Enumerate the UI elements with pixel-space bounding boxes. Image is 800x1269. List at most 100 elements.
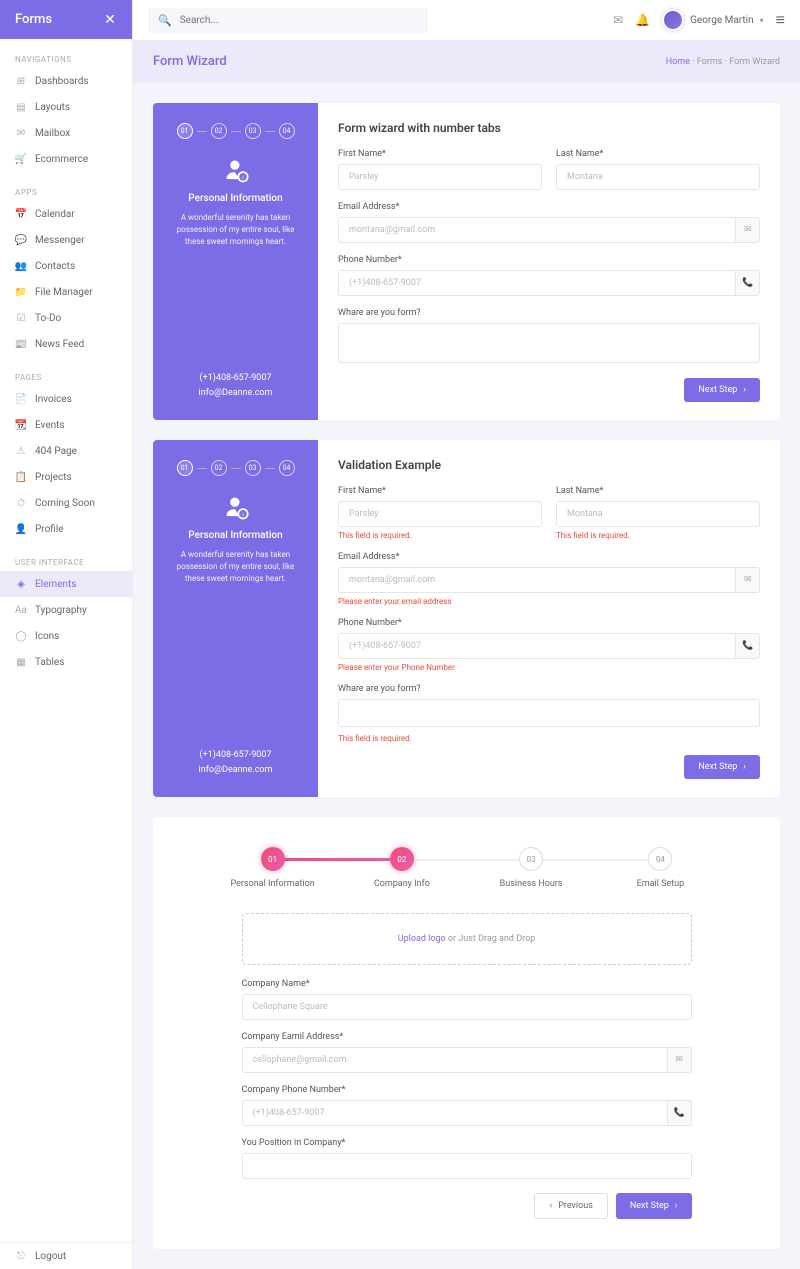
sidebar-item-dashboards[interactable]: ⊞ Dashboards: [0, 68, 132, 94]
company-email-input[interactable]: [242, 1047, 667, 1073]
company-email-label: Company Eamil Address*: [242, 1032, 692, 1042]
sidebar-item-messenger[interactable]: 💬Messenger: [0, 227, 132, 253]
sidebar-item-projects[interactable]: 📋Projects: [0, 464, 132, 490]
sidebar-item-label: Contacts: [35, 261, 75, 272]
mail-icon[interactable]: ✉: [613, 13, 623, 27]
sidebar-item-icons[interactable]: ◯Icons: [0, 623, 132, 649]
avatar: [662, 9, 684, 31]
step-3[interactable]: 03: [245, 460, 261, 476]
next-step-button[interactable]: Next Step›: [616, 1193, 692, 1219]
layouts-icon: ▤: [15, 101, 27, 113]
to-do-icon: ☑: [15, 312, 27, 324]
position-input[interactable]: [242, 1153, 692, 1179]
file-manager-icon: 📁: [15, 286, 27, 298]
email-input[interactable]: [338, 217, 735, 243]
sidebar-item-news-feed[interactable]: 📰News Feed: [0, 331, 132, 357]
ecommerce-icon: 🛒: [15, 153, 27, 165]
where-input[interactable]: [338, 323, 760, 363]
sidebar-item-file-manager[interactable]: 📁File Manager: [0, 279, 132, 305]
error-text: Please enter your email address: [338, 597, 760, 606]
hstep-1[interactable]: 01 Personal Information: [208, 847, 337, 889]
step-1[interactable]: 01: [177, 123, 193, 139]
phone-input[interactable]: [338, 633, 735, 659]
phone-input[interactable]: [338, 270, 735, 296]
last-name-input[interactable]: [556, 501, 760, 527]
breadcrumb-home[interactable]: Home: [666, 57, 690, 67]
sidebar-item-label: Logout: [35, 1251, 66, 1262]
previous-button[interactable]: ‹Previous: [534, 1193, 607, 1219]
sidebar-item-events[interactable]: 📆Events: [0, 412, 132, 438]
mailbox-icon: ✉: [15, 127, 27, 139]
page-header: Form Wizard Home · Forms · Form Wizard: [133, 40, 800, 83]
first-name-input[interactable]: [338, 164, 542, 190]
step-1[interactable]: 01: [177, 460, 193, 476]
company-phone-input[interactable]: [242, 1100, 667, 1126]
next-step-button[interactable]: Next Step›: [684, 755, 760, 779]
error-text: This field is required.: [338, 531, 542, 540]
sidebar-item-label: Invoices: [35, 394, 72, 405]
sidebar-logout[interactable]: ⎋ Logout: [0, 1243, 132, 1269]
events-icon: 📆: [15, 419, 27, 431]
contacts-icon: 👥: [15, 260, 27, 272]
where-label: Whare are you form?: [338, 308, 760, 318]
sidebar-item-to-do[interactable]: ☑ To-Do: [0, 305, 132, 331]
email-input[interactable]: [338, 567, 735, 593]
error-text: This field is required.: [556, 531, 760, 540]
sidebar-item-invoices[interactable]: 📄Invoices: [0, 386, 132, 412]
sidebar-item-label: To-Do: [35, 313, 61, 324]
company-name-input[interactable]: [242, 994, 692, 1020]
last-name-label: Last Name*: [556, 486, 760, 496]
upload-logo-zone[interactable]: Upload logo or Just Drag and Drop: [242, 913, 692, 965]
sidebar-item-layouts[interactable]: ▤ Layouts: [0, 94, 132, 120]
phone-addon-icon: 📞: [667, 1100, 692, 1126]
logout-icon: ⎋: [15, 1250, 27, 1262]
sidebar-item-coming-soon[interactable]: ⏱Coming Soon: [0, 490, 132, 516]
user-menu[interactable]: George Martin ▾: [662, 9, 764, 31]
email-label: Email Address*: [338, 202, 760, 212]
hstep-2[interactable]: 02 Company Info: [337, 847, 466, 889]
search-input[interactable]: [180, 15, 418, 26]
step-4[interactable]: 04: [279, 123, 295, 139]
sidebar-item-404-page[interactable]: ⚠404 Page: [0, 438, 132, 464]
sidebar-item-tables[interactable]: ▦Tables: [0, 649, 132, 675]
step-2[interactable]: 02: [211, 460, 227, 476]
collapse-icon[interactable]: ✕: [103, 13, 117, 27]
email-label: Email Address*: [338, 552, 760, 562]
dashboards-icon: ⊞: [15, 75, 27, 87]
chevron-right-icon: ›: [743, 385, 746, 395]
side-contact: (+1)408-657-9007 info@Deanne.com: [199, 291, 273, 400]
notification-icon[interactable]: 🔔: [635, 13, 650, 27]
hstep-4[interactable]: 04 Email Setup: [596, 847, 725, 889]
sidebar-item-contacts[interactable]: 👥 Contacts: [0, 253, 132, 279]
error-text: Please enter your Phone Number: [338, 663, 760, 672]
sidebar: Forms ✕ NAVIGATIONS⊞Dashboards▤Layouts✉M…: [0, 0, 133, 1269]
sidebar-item-label: Messenger: [35, 235, 85, 246]
step-3[interactable]: 03: [245, 123, 261, 139]
sidebar-item-typography[interactable]: AaTypography: [0, 597, 132, 623]
tables-icon: ▦: [15, 656, 27, 668]
next-step-button[interactable]: Next Step›: [684, 378, 760, 402]
side-title: Personal Information: [188, 193, 282, 204]
hstep-3[interactable]: 03 Business Hours: [467, 847, 596, 889]
hamburger-icon[interactable]: ≡: [776, 10, 785, 30]
nav-heading: NAVIGATIONS: [0, 51, 132, 68]
sidebar-item-calendar[interactable]: 📅Calendar: [0, 201, 132, 227]
sidebar-item-label: 404 Page: [35, 446, 77, 457]
sidebar-item-elements[interactable]: ◈Elements: [0, 571, 132, 597]
sidebar-item-label: Mailbox: [35, 128, 70, 139]
first-name-input[interactable]: [338, 501, 542, 527]
sidebar-item-label: Dashboards: [35, 76, 89, 87]
phone-addon-icon: 📞: [735, 270, 760, 296]
typography-icon: Aa: [15, 604, 27, 616]
last-name-input[interactable]: [556, 164, 760, 190]
svg-text:i: i: [242, 512, 244, 518]
sidebar-item-ecommerce[interactable]: 🛒Ecommerce: [0, 146, 132, 172]
side-desc: A wonderful serenity has taken possessio…: [168, 212, 303, 248]
sidebar-item-profile[interactable]: 👤Profile: [0, 516, 132, 542]
search-box[interactable]: 🔍: [148, 8, 428, 33]
step-4[interactable]: 04: [279, 460, 295, 476]
step-2[interactable]: 02: [211, 123, 227, 139]
sidebar-item-label: Layouts: [35, 102, 70, 113]
where-input[interactable]: [338, 699, 760, 727]
sidebar-item-mailbox[interactable]: ✉ Mailbox: [0, 120, 132, 146]
